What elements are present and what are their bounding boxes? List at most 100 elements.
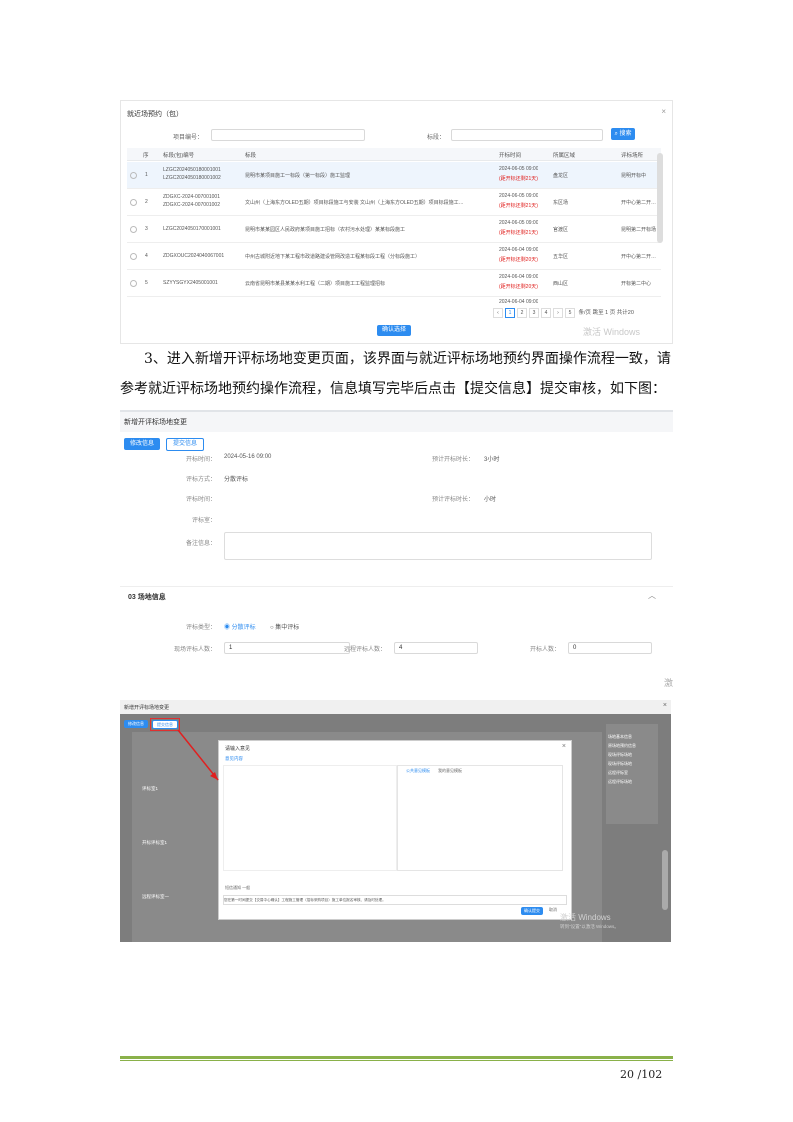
open-time-value: 2024-05-16 09:00 <box>224 454 272 460</box>
table-row[interactable]: 5 SZYYSGYX2405001001 云南省昆明市某县某某水利工程（二期）项… <box>127 270 661 297</box>
close-icon[interactable]: × <box>661 107 666 116</box>
row-countdown: (距开标还剩21天) <box>499 203 538 209</box>
table-row[interactable]: 2 ZDGXC-2024-007001001 ZDGXC-2024-007001… <box>127 189 661 216</box>
row-code: LZGC2024050180001001 LZGC202405018000100… <box>163 167 221 181</box>
screenshot-venue-reservation-dialog: 就近场预约（包） × 项目编号： 标段： ⌕ 搜索 序 标段(包)编号 标段 开… <box>120 100 673 344</box>
open-count-input[interactable]: 0 <box>568 642 652 654</box>
eval-method-value: 分散评标 <box>224 477 249 483</box>
row-index: 2 <box>145 199 148 205</box>
goto-label: 跳至 <box>592 310 604 316</box>
row-time: 2024-06-04 09:00 <box>499 247 539 253</box>
row-countdown: (距开标还剩20天) <box>499 284 538 290</box>
col-code: 标段(包)编号 <box>163 153 195 159</box>
prev-page-icon[interactable]: ‹ <box>493 308 503 318</box>
page-number: 20 /102 <box>620 1068 663 1081</box>
confirm-select-button[interactable]: 确认选择 <box>377 325 411 336</box>
row-time: 2024-06-05 09:00 <box>499 193 539 199</box>
eval-duration-label: 预计评标时长： <box>431 497 474 503</box>
onsite-count-value: 1 <box>229 645 233 651</box>
edge-watermark: 激 <box>664 679 674 689</box>
expect-duration-value: 3小时 <box>484 457 500 463</box>
radio-centralized[interactable]: ○ 集中评标 <box>270 622 299 631</box>
eval-duration-value: 小时 <box>484 497 497 503</box>
eval-type-label: 评标类型： <box>185 625 216 631</box>
row-place: 开标第二中心 <box>621 281 652 287</box>
open-time-label: 开标时间： <box>185 457 216 463</box>
page-3[interactable]: 3 <box>529 308 539 318</box>
radio-distributed[interactable]: ◉ 分散评标 <box>224 622 256 631</box>
row-code: ZDGXC-2024-007001001 ZDGXC-2024-00700100… <box>163 194 220 208</box>
collapse-icon[interactable]: ︿ <box>648 590 656 601</box>
partial-row-time: 2024-06-04 09:00 <box>499 299 539 305</box>
search-label-project: 项目编号： <box>173 135 204 141</box>
row-countdown: (距开标还剩20天) <box>499 257 538 263</box>
row-countdown: (距开标还剩21天) <box>499 230 538 236</box>
row-name: 昆明市某项目施工一标段（第一标段）施工监理 <box>245 173 351 179</box>
remote-count-input[interactable]: 4 <box>394 642 478 654</box>
windows-watermark: 激活 Windows <box>583 327 641 337</box>
table-row[interactable]: 3 LZGC2024050170001001 昆明市某某园区人民政府某项目施工招… <box>127 216 661 243</box>
footer-rule <box>120 1056 673 1059</box>
open-count-label: 开标人数： <box>529 647 560 653</box>
dialog-title: 就近场预约（包） <box>127 111 183 118</box>
page-1[interactable]: 1 <box>505 308 515 318</box>
windows-watermark-sub: 转到"设置"以激活 Windows。 <box>560 924 619 929</box>
col-place: 评标场所 <box>621 153 644 159</box>
goto-input[interactable]: 1 <box>605 310 608 316</box>
footer-rule-thin <box>120 1060 673 1061</box>
row-time: 2024-06-04 09:00 <box>499 274 539 280</box>
row-place: 开中心第二开… <box>621 200 657 206</box>
row-place: 昆明开标中 <box>621 173 647 179</box>
expect-duration-label: 预计开标时长： <box>431 457 474 463</box>
col-time: 开标时间 <box>499 153 522 159</box>
row-area: 五华区 <box>553 254 569 260</box>
row-radio[interactable] <box>130 280 137 287</box>
row-index: 1 <box>145 172 148 178</box>
radio-distributed-label: 分散评标 <box>231 625 256 631</box>
total-label: 页 共计20 <box>609 310 634 316</box>
eval-method-label: 评标方式： <box>185 477 216 483</box>
red-arrow-icon <box>177 729 219 781</box>
page-5[interactable]: 5 <box>565 308 575 318</box>
open-count-value: 0 <box>573 645 577 651</box>
form-title-bar: 新增开评标场地变更 <box>120 410 673 432</box>
form-title: 新增开评标场地变更 <box>124 419 187 426</box>
eval-time-label: 评标时间： <box>185 497 216 503</box>
modify-info-button[interactable]: 修改信息 <box>124 438 160 450</box>
row-index: 5 <box>145 280 148 286</box>
table-header: 序 标段(包)编号 标段 开标时间 所属区域 评标场所 <box>127 148 661 161</box>
search-label-section: 标段： <box>427 135 446 141</box>
instruction-line-1: 3、进入新增开评标场地变更页面，该界面与就近评标场地预约界面操作流程一致，请 <box>144 351 671 367</box>
row-radio[interactable] <box>130 199 137 206</box>
next-page-icon[interactable]: › <box>553 308 563 318</box>
scrollbar[interactable] <box>657 153 663 243</box>
notes-textarea[interactable] <box>224 532 652 560</box>
row-place: 开中心第二开… <box>621 254 657 260</box>
row-code: SZYYSGYX2405001001 <box>163 280 218 286</box>
row-name: 文山州（上海东方OLED五期）项目标段施工与安装 文山州（上海东方OLED五期）… <box>245 200 464 206</box>
row-place: 昆明第二开标场 <box>621 227 657 233</box>
project-number-input[interactable] <box>211 129 365 141</box>
row-radio[interactable] <box>130 253 137 260</box>
section-input[interactable] <box>451 129 603 141</box>
instruction-line-2: 参考就近评标场地预约操作流程，信息填写完毕后点击【提交信息】提交审核，如下图： <box>120 381 666 397</box>
row-radio[interactable] <box>130 172 137 179</box>
row-name: 昆明市某某园区人民政府某项目施工招标（农村污水处理）某某标段施工 <box>245 227 406 233</box>
radio-centralized-label: 集中评标 <box>275 625 300 631</box>
submit-info-button[interactable]: 提交信息 <box>166 438 204 451</box>
row-code: ZDGXOUC2024040067001 <box>163 253 225 259</box>
page-4[interactable]: 4 <box>541 308 551 318</box>
page-size-select[interactable]: 条/页 <box>579 310 592 316</box>
notes-label: 备注信息： <box>185 541 216 547</box>
row-area: 东区场 <box>553 200 569 206</box>
row-name: 中州古城附近地下某工程市政道路建设管网改造工程某标段工程（分标段施工） <box>245 254 421 260</box>
row-time: 2024-06-05 09:00 <box>499 166 539 172</box>
search-button[interactable]: ⌕ 搜索 <box>611 128 635 140</box>
page-2[interactable]: 2 <box>517 308 527 318</box>
row-area: 盘龙区 <box>553 173 569 179</box>
table-row[interactable]: 1 LZGC2024050180001001 LZGC2024050180001… <box>127 162 661 189</box>
table-row[interactable]: 4 ZDGXOUC2024040067001 中州古城附近地下某工程市政道路建设… <box>127 243 661 270</box>
row-radio[interactable] <box>130 226 137 233</box>
row-area: 西山区 <box>553 281 569 287</box>
col-section: 标段 <box>245 153 257 159</box>
